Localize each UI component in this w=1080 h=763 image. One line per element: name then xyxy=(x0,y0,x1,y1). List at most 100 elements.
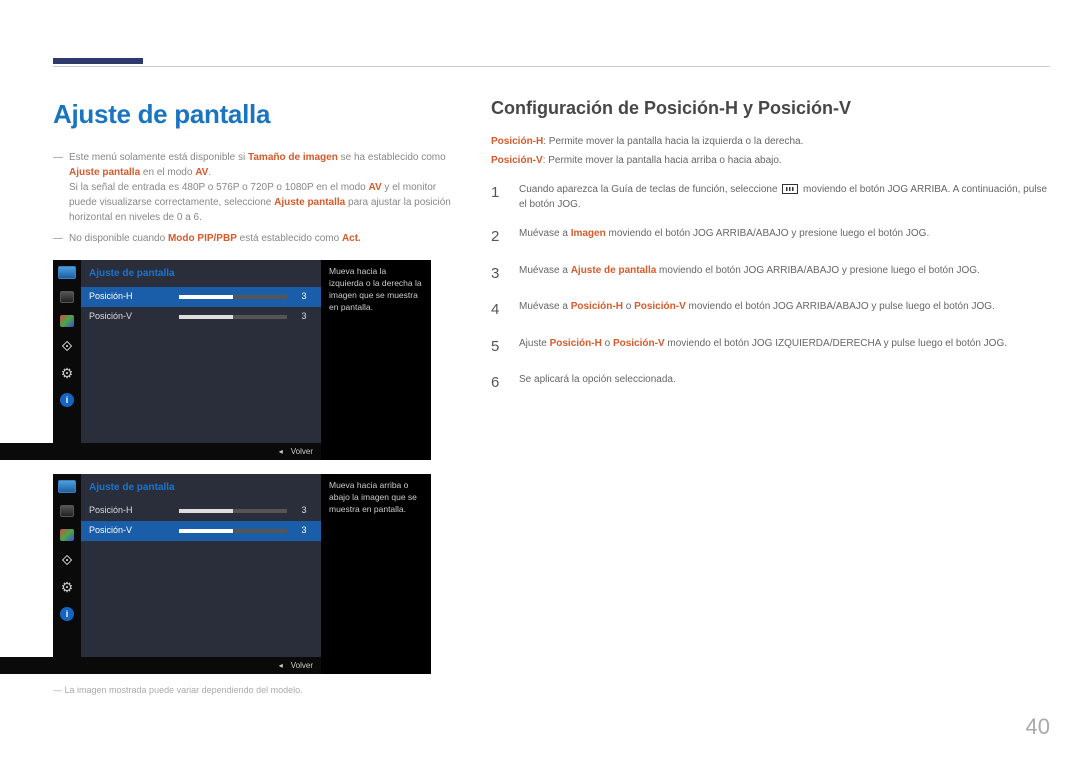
t: o xyxy=(602,338,613,349)
color-icon xyxy=(60,315,74,327)
note-2-body: No disponible cuando Modo PIP/PBP está e… xyxy=(69,231,361,246)
osd-footer: Volver xyxy=(0,443,321,460)
osd-row-pos-v[interactable]: Posición-V 3 xyxy=(81,521,321,541)
t: Cuando aparezca la Guía de teclas de fun… xyxy=(519,184,780,195)
t: Posición-H xyxy=(550,338,602,349)
step-text: Muévase a Ajuste de pantalla moviendo el… xyxy=(519,263,1050,278)
note-2: ― No disponible cuando Modo PIP/PBP está… xyxy=(53,231,451,246)
t: Posición-V xyxy=(613,338,665,349)
t: Posición-V xyxy=(491,155,543,166)
step-text: Cuando aparezca la Guía de teclas de fun… xyxy=(519,182,1050,212)
t: Imagen xyxy=(571,228,606,239)
slider-icon xyxy=(179,315,287,319)
osd-main: Ajuste de pantalla Posición-H 3 Posición… xyxy=(81,474,321,674)
pip-icon xyxy=(60,505,74,517)
t: : Permite mover la pantalla hacia arriba… xyxy=(543,155,782,166)
page-content: Ajuste de pantalla ― Este menú solamente… xyxy=(53,95,1050,698)
osd-value: 3 xyxy=(297,290,311,304)
t: Ajuste pantalla xyxy=(69,167,140,178)
t: Si la señal de entrada es 480P o 576P o … xyxy=(69,182,369,193)
t: Muévase a xyxy=(519,228,571,239)
t: moviendo el botón JOG ARRIBA/ABAJO y pre… xyxy=(606,228,930,239)
t: en el modo xyxy=(140,167,195,178)
osd-label: Posición-V xyxy=(89,310,179,324)
section-heading-left: Ajuste de pantalla xyxy=(53,95,451,134)
note-1-p1: Este menú solamente está disponible si T… xyxy=(69,150,451,180)
t: Ajuste xyxy=(519,338,550,349)
t: Posición-V xyxy=(634,301,686,312)
slider-icon xyxy=(179,509,287,513)
t: Muévase a xyxy=(519,301,571,312)
step-6: 6 Se aplicará la opción seleccionada. xyxy=(491,372,1050,395)
def-pos-h: Posición-H: Permite mover la pantalla ha… xyxy=(491,134,1050,149)
osd-back-label[interactable]: Volver xyxy=(291,446,313,458)
menu-icon xyxy=(782,184,798,194)
osd-mock-posicion-v: i Ajuste de pantalla Posición-H 3 Posici… xyxy=(53,474,431,674)
t: moviendo el botón JOG IZQUIERDA/DERECHA … xyxy=(665,338,1007,349)
note-dash: ― xyxy=(53,150,63,225)
info-icon: i xyxy=(60,607,74,621)
osd-footer: Volver xyxy=(0,657,321,674)
header-rule xyxy=(53,66,1050,67)
definitions: Posición-H: Permite mover la pantalla ha… xyxy=(491,134,1050,168)
pip-icon xyxy=(60,291,74,303)
step-number: 2 xyxy=(491,226,505,249)
step-number: 3 xyxy=(491,263,505,286)
gear-icon xyxy=(58,580,76,595)
step-number: 4 xyxy=(491,299,505,322)
step-number: 5 xyxy=(491,336,505,359)
step-3: 3 Muévase a Ajuste de pantalla moviendo … xyxy=(491,263,1050,286)
osd-help-text: Mueva hacia arriba o abajo la imagen que… xyxy=(321,474,431,674)
osd-row-pos-v[interactable]: Posición-V 3 xyxy=(81,307,321,327)
note-1-body: Este menú solamente está disponible si T… xyxy=(69,150,451,225)
osd-mock-posicion-h: i Ajuste de pantalla Posición-H 3 Posici… xyxy=(53,260,431,460)
t: AV xyxy=(369,182,382,193)
osd-value: 3 xyxy=(297,310,311,324)
t: Este menú solamente está disponible si xyxy=(69,152,248,163)
t: está establecido como xyxy=(237,233,342,244)
monitor-icon xyxy=(58,266,76,279)
t: . xyxy=(208,167,211,178)
t: No disponible cuando xyxy=(69,233,168,244)
page-number: 40 xyxy=(1026,710,1050,743)
right-column: Configuración de Posición-H y Posición-V… xyxy=(491,95,1050,698)
slider-icon xyxy=(179,529,287,533)
info-icon: i xyxy=(60,393,74,407)
resize-icon xyxy=(58,339,76,354)
t: Ajuste de pantalla xyxy=(571,265,657,276)
osd-title: Ajuste de pantalla xyxy=(81,266,321,287)
step-5: 5 Ajuste Posición-H o Posición-V moviend… xyxy=(491,336,1050,359)
t: Act. xyxy=(342,233,361,244)
steps-list: 1 Cuando aparezca la Guía de teclas de f… xyxy=(491,182,1050,395)
osd-help-text: Mueva hacia la izquierda o la derecha la… xyxy=(321,260,431,460)
t: Muévase a xyxy=(519,265,571,276)
step-text: Se aplicará la opción seleccionada. xyxy=(519,372,1050,387)
left-column: Ajuste de pantalla ― Este menú solamente… xyxy=(53,95,451,698)
step-2: 2 Muévase a Imagen moviendo el botón JOG… xyxy=(491,226,1050,249)
osd-row-pos-h[interactable]: Posición-H 3 xyxy=(81,501,321,521)
t: o xyxy=(623,301,634,312)
footnote: ― La imagen mostrada puede variar depend… xyxy=(53,684,451,698)
t: moviendo el botón JOG ARRIBA/ABAJO y pre… xyxy=(656,265,980,276)
color-icon xyxy=(60,529,74,541)
osd-sidebar: i xyxy=(53,260,81,460)
osd-row-pos-h[interactable]: Posición-H 3 xyxy=(81,287,321,307)
resize-icon xyxy=(58,553,76,568)
t: AV xyxy=(195,167,208,178)
step-number: 1 xyxy=(491,182,505,205)
osd-title: Ajuste de pantalla xyxy=(81,480,321,501)
step-number: 6 xyxy=(491,372,505,395)
t: moviendo el botón JOG ARRIBA/ABAJO y pul… xyxy=(686,301,995,312)
t: Tamaño de imagen xyxy=(248,152,338,163)
note-1: ― Este menú solamente está disponible si… xyxy=(53,150,451,225)
osd-sidebar: i xyxy=(53,474,81,674)
footnote-text: La imagen mostrada puede variar dependie… xyxy=(65,685,303,695)
t: Posición-H xyxy=(491,136,543,147)
osd-label: Posición-H xyxy=(89,504,179,518)
osd-back-label[interactable]: Volver xyxy=(291,660,313,672)
gear-icon xyxy=(58,366,76,381)
t: se ha establecido como xyxy=(338,152,446,163)
note-1-p2: Si la señal de entrada es 480P o 576P o … xyxy=(69,180,451,225)
osd-value: 3 xyxy=(297,504,311,518)
osd-main: Ajuste de pantalla Posición-H 3 Posición… xyxy=(81,260,321,460)
